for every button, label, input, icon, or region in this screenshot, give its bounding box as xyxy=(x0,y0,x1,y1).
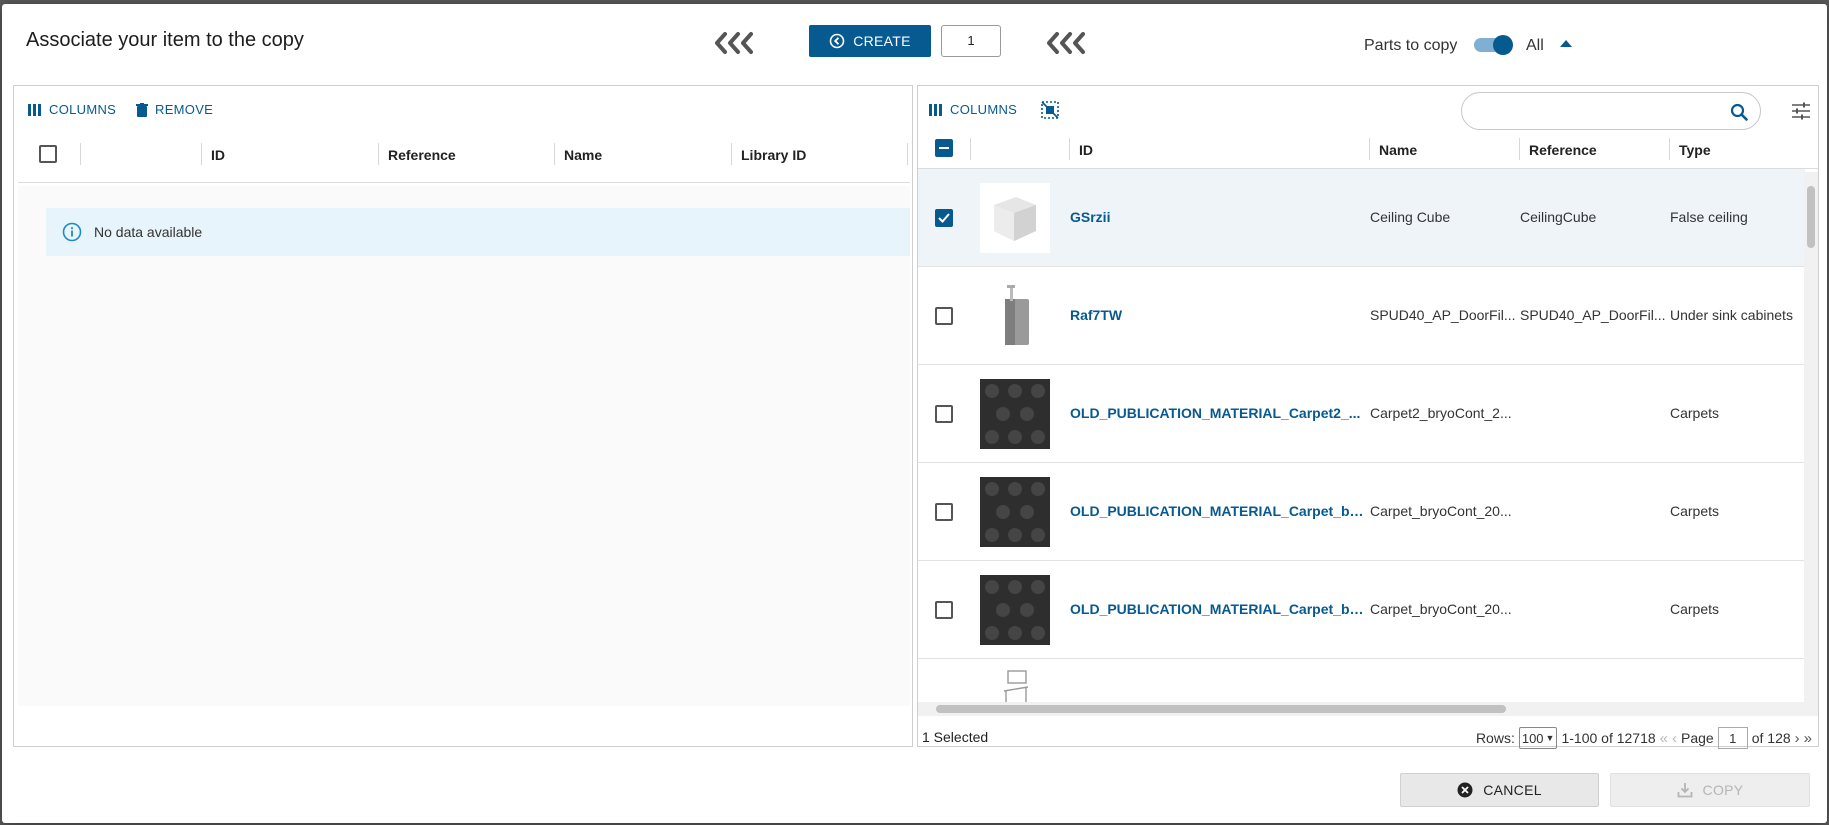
first-page-icon[interactable]: « xyxy=(1660,730,1668,747)
range-text: 1-100 of 12718 xyxy=(1561,730,1656,746)
deselect-all-icon[interactable] xyxy=(1040,100,1060,120)
check-icon xyxy=(938,213,950,223)
row-name: Carpet_bryoCont_20... xyxy=(1370,503,1512,519)
col-header-type[interactable]: Type xyxy=(1679,142,1711,158)
remove-label: REMOVE xyxy=(155,102,214,117)
col-header-id[interactable]: ID xyxy=(211,147,225,163)
arrow-circle-left-icon xyxy=(829,33,845,49)
search-input[interactable] xyxy=(1461,92,1761,130)
chevrons-left-icon-2[interactable] xyxy=(1043,30,1091,56)
columns-icon xyxy=(28,103,41,116)
row-reference: CeilingCube xyxy=(1520,209,1597,225)
table-row-partial xyxy=(918,659,1805,702)
col-header-reference[interactable]: Reference xyxy=(1529,142,1597,158)
columns-button-right[interactable]: COLUMNS xyxy=(929,102,1017,117)
col-header-library-id[interactable]: Library ID xyxy=(741,147,806,163)
caret-up-icon[interactable] xyxy=(1560,40,1572,47)
cancel-icon xyxy=(1457,782,1473,798)
row-id[interactable]: OLD_PUBLICATION_MATERIAL_Carpet_br... xyxy=(1070,503,1365,519)
columns-label: COLUMNS xyxy=(950,102,1018,117)
create-label: CREATE xyxy=(853,33,911,49)
dialog-title: Associate your item to the copy xyxy=(26,29,304,51)
rows-label: Rows: xyxy=(1475,730,1515,746)
selected-count: 1 Selected xyxy=(922,729,989,745)
rows-per-page-select[interactable]: 100 ▼ xyxy=(1518,727,1558,749)
trash-icon xyxy=(136,102,148,117)
columns-icon xyxy=(929,103,942,116)
table-row[interactable]: OLD_PUBLICATION_MATERIAL_Carpet2_... Car… xyxy=(918,365,1805,463)
associated-items-panel: COLUMNS REMOVE ID Reference Name Library… xyxy=(13,85,913,747)
row-name: Carpet2_bryoCont_2... xyxy=(1370,405,1512,421)
col-header-name[interactable]: Name xyxy=(564,147,602,163)
columns-button-left[interactable]: COLUMNS xyxy=(28,102,116,117)
select-all-checkbox-left[interactable] xyxy=(39,145,57,163)
pagination: Rows: 100 ▼ 1-100 of 12718 « ‹ Page 1 of … xyxy=(1476,727,1812,749)
table-row[interactable]: Raf7TW SPUD40_AP_DoorFil... SPUD40_AP_Do… xyxy=(918,267,1805,365)
no-data-alert: No data available xyxy=(46,208,910,256)
page-total: of 128 xyxy=(1751,730,1791,746)
row-type: Under sink cabinets xyxy=(1670,307,1793,323)
item-thumbnail xyxy=(980,379,1050,449)
row-checkbox[interactable] xyxy=(935,503,953,521)
left-grid-body xyxy=(18,186,910,706)
create-button[interactable]: CREATE xyxy=(809,25,931,57)
download-icon xyxy=(1677,783,1692,798)
row-name: Ceiling Cube xyxy=(1370,209,1451,225)
table-row[interactable]: OLD_PUBLICATION_MATERIAL_Carpet_br... Ca… xyxy=(918,463,1805,561)
associate-dialog: Associate your item to the copy CREATE 1… xyxy=(2,4,1827,823)
columns-label: COLUMNS xyxy=(49,102,117,117)
last-page-icon[interactable]: » xyxy=(1804,730,1812,747)
row-id[interactable]: OLD_PUBLICATION_MATERIAL_Carpet2_... xyxy=(1070,405,1365,421)
horizontal-scrollbar[interactable] xyxy=(918,702,1818,716)
row-id[interactable]: GSrzii xyxy=(1070,209,1365,225)
table-row[interactable]: OLD_PUBLICATION_MATERIAL_Carpet_br... Ca… xyxy=(918,561,1805,659)
col-header-name[interactable]: Name xyxy=(1379,142,1417,158)
no-data-text: No data available xyxy=(94,224,203,240)
info-icon xyxy=(62,222,82,242)
row-checkbox[interactable] xyxy=(935,307,953,325)
row-id[interactable]: Raf7TW xyxy=(1070,307,1365,323)
item-thumbnail xyxy=(980,281,1050,351)
col-header-reference[interactable]: Reference xyxy=(388,147,456,163)
table-row[interactable]: GSrzii Ceiling Cube CeilingCube False ce… xyxy=(918,169,1805,267)
page-label: Page xyxy=(1681,730,1714,746)
page-number-input[interactable]: 1 xyxy=(1717,727,1748,749)
row-type: False ceiling xyxy=(1670,209,1748,225)
item-thumbnail xyxy=(980,575,1050,645)
chair-thumbnail-icon xyxy=(1003,670,1029,702)
rows-per-page-value: 100 xyxy=(1521,730,1544,746)
row-type: Carpets xyxy=(1670,601,1720,617)
row-id[interactable]: OLD_PUBLICATION_MATERIAL_Carpet_br... xyxy=(1070,601,1365,617)
filter-settings-icon[interactable] xyxy=(1791,101,1811,121)
row-checkbox[interactable] xyxy=(935,209,953,227)
select-all-checkbox-right[interactable] xyxy=(935,139,953,157)
search-icon[interactable] xyxy=(1730,103,1748,121)
row-type: Carpets xyxy=(1670,503,1720,519)
next-page-icon[interactable]: › xyxy=(1795,730,1800,747)
item-thumbnail xyxy=(980,183,1050,253)
row-name: SPUD40_AP_DoorFil... xyxy=(1370,307,1516,323)
chevrons-left-icon[interactable] xyxy=(711,30,759,56)
row-name: Carpet_bryoCont_20... xyxy=(1370,601,1512,617)
cancel-label: CANCEL xyxy=(1483,782,1542,798)
row-checkbox[interactable] xyxy=(935,405,953,423)
quantity-input[interactable]: 1 xyxy=(941,25,1001,57)
item-thumbnail xyxy=(980,477,1050,547)
row-type: Carpets xyxy=(1670,405,1720,421)
col-header-id[interactable]: ID xyxy=(1079,142,1093,158)
row-checkbox[interactable] xyxy=(935,601,953,619)
copy-button[interactable]: COPY xyxy=(1610,773,1810,807)
vertical-scrollbar[interactable] xyxy=(1804,172,1818,702)
prev-page-icon[interactable]: ‹ xyxy=(1672,730,1677,747)
copy-label: COPY xyxy=(1702,782,1744,798)
parts-toggle[interactable] xyxy=(1474,35,1514,55)
parts-to-copy-label: Parts to copy xyxy=(1364,37,1458,54)
catalog-items-panel: COLUMNS ID Name Reference Type GSrzii Ce… xyxy=(917,85,1819,749)
cancel-button[interactable]: CANCEL xyxy=(1400,773,1599,807)
row-reference: SPUD40_AP_DoorFil... xyxy=(1520,307,1666,323)
remove-button[interactable]: REMOVE xyxy=(136,102,213,117)
parts-value-label: All xyxy=(1526,37,1544,54)
